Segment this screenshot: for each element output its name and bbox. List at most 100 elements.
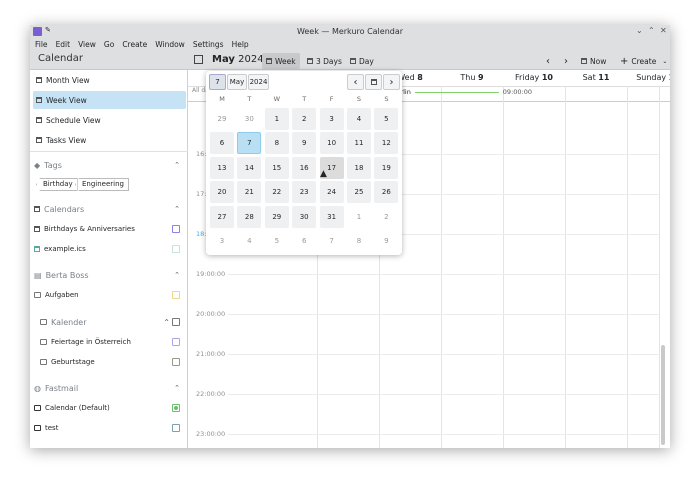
maximize-button[interactable]: ⌃ <box>648 26 655 35</box>
picker-day-cell[interactable]: 6 <box>292 230 316 252</box>
picker-day-cell[interactable]: 30 <box>292 205 317 228</box>
week-view-button[interactable]: Week <box>262 53 300 69</box>
account-fastmail[interactable]: ◍ Fastmail ⌃ <box>34 381 184 395</box>
chevron-up-icon[interactable]: ⌃ <box>163 318 170 327</box>
picker-day-cell[interactable]: 9 <box>374 230 398 252</box>
calendar-default[interactable]: Calendar (Default) <box>34 401 184 415</box>
color-swatch[interactable] <box>172 424 180 432</box>
picker-next-button[interactable]: › <box>383 74 400 90</box>
chevron-up-icon[interactable]: ⌃ <box>174 271 180 279</box>
close-button[interactable]: ✕ <box>660 26 667 35</box>
picker-day-cell[interactable]: 12 <box>374 132 399 155</box>
previous-button[interactable]: ‹ <box>542 53 554 69</box>
picker-day-cell[interactable]: 13 <box>210 156 234 179</box>
picker-day-cell[interactable]: 31 <box>319 205 344 228</box>
picker-day-cell[interactable]: 8 <box>347 230 371 252</box>
tags-section-header[interactable]: ◆ Tags ⌃ <box>34 158 184 172</box>
picker-day-cell[interactable]: 29 <box>264 205 289 228</box>
menu-view[interactable]: View <box>78 40 96 49</box>
now-button[interactable]: Now <box>577 53 610 69</box>
picker-day-cell[interactable]: 22 <box>264 181 289 204</box>
picker-day-cell[interactable]: 19 <box>374 156 399 179</box>
toggle-sidebar-icon[interactable] <box>194 55 203 64</box>
picker-today-button[interactable] <box>365 74 382 90</box>
picker-day-cell[interactable]: 20 <box>210 181 234 204</box>
picker-month-button[interactable]: May <box>227 74 247 90</box>
color-swatch[interactable] <box>172 358 180 366</box>
picker-day-cell[interactable]: 18 <box>347 156 371 179</box>
menu-window[interactable]: Window <box>155 40 185 49</box>
calendar-aufgaben[interactable]: Aufgaben <box>34 288 184 302</box>
sidebar-item-week-view[interactable]: Week View <box>33 91 186 109</box>
picker-day-cell[interactable]: 5 <box>374 108 399 130</box>
picker-day-cell[interactable]: 3 <box>319 108 344 130</box>
tag-birthday[interactable]: Birthday <box>36 178 78 191</box>
month-year-label[interactable]: May 2024 <box>212 54 264 65</box>
create-button[interactable]: + Create ⌄ <box>616 53 670 69</box>
three-days-view-button[interactable]: 3 Days <box>303 53 346 69</box>
picker-day-cell[interactable]: 23 <box>292 181 317 204</box>
menu-go[interactable]: Go <box>104 40 114 49</box>
day-view-button[interactable]: Day <box>346 53 378 69</box>
picker-day-cell[interactable]: 2 <box>292 108 317 130</box>
calendar-birthdays[interactable]: Birthdays & Anniversaries <box>34 222 184 236</box>
day-header[interactable]: Sunday 12 <box>627 70 670 86</box>
vertical-scrollbar[interactable] <box>661 345 665 445</box>
picker-day-cell[interactable]: 1 <box>347 206 371 228</box>
picker-day-cell[interactable]: 7 <box>237 132 262 155</box>
color-swatch[interactable] <box>172 291 180 299</box>
picker-day-cell[interactable]: 3 <box>210 230 234 252</box>
picker-previous-button[interactable]: ‹ <box>347 74 364 90</box>
picker-day-cell[interactable]: 8 <box>264 132 289 155</box>
picker-day-cell[interactable]: 16 <box>292 156 317 179</box>
color-swatch[interactable] <box>172 404 180 412</box>
picker-day-cell[interactable]: 11 <box>347 132 371 155</box>
all-day-event[interactable]: Berlin09:00:00 <box>392 87 532 97</box>
color-swatch[interactable] <box>172 338 180 346</box>
picker-day-cell[interactable]: 4 <box>347 108 371 130</box>
picker-day-cell[interactable]: 25 <box>347 181 371 204</box>
day-header[interactable]: Friday 10 <box>503 70 565 86</box>
calendars-section-header[interactable]: Calendars ⌃ <box>34 202 184 216</box>
day-header[interactable]: Sat 11 <box>565 70 627 86</box>
picker-day-cell[interactable]: 27 <box>210 205 234 228</box>
calendar-test[interactable]: test <box>34 421 184 435</box>
picker-day-cell[interactable]: 15 <box>264 156 289 179</box>
sidebar-item-month-view[interactable]: Month View <box>33 71 186 89</box>
menu-edit[interactable]: Edit <box>56 40 71 49</box>
calendar-geburtstage[interactable]: Geburtstage <box>40 355 184 369</box>
chevron-up-icon[interactable]: ⌃ <box>174 205 180 213</box>
menu-help[interactable]: Help <box>232 40 249 49</box>
picker-day-cell[interactable]: 24 <box>319 181 344 204</box>
calendar-example-ics[interactable]: example.ics <box>34 242 184 256</box>
tag-engineering[interactable]: Engineering <box>75 178 129 191</box>
account-berta-boss[interactable]: ▤ Berta Boss ⌃ <box>34 268 184 282</box>
picker-day-button[interactable]: 7 <box>209 74 226 90</box>
day-header[interactable]: Thu 9 <box>441 70 503 86</box>
next-button[interactable]: › <box>560 53 572 69</box>
picker-day-cell[interactable]: 7 <box>320 230 344 252</box>
picker-day-cell[interactable]: 6 <box>210 132 234 155</box>
color-swatch[interactable] <box>172 225 180 233</box>
sidebar-item-schedule-view[interactable]: Schedule View <box>33 111 186 129</box>
menu-create[interactable]: Create <box>122 40 147 49</box>
chevron-up-icon[interactable]: ⌃ <box>174 161 180 169</box>
menu-settings[interactable]: Settings <box>193 40 224 49</box>
menu-file[interactable]: File <box>35 40 48 49</box>
picker-day-cell[interactable]: 10 <box>319 132 344 155</box>
picker-day-cell[interactable]: 14 <box>237 156 262 179</box>
picker-day-cell[interactable]: 29 <box>210 108 234 130</box>
chevron-up-icon[interactable]: ⌃ <box>174 384 180 392</box>
color-swatch[interactable] <box>172 245 180 253</box>
picker-day-cell[interactable]: 2 <box>374 206 398 228</box>
picker-day-cell[interactable]: 4 <box>237 230 261 252</box>
picker-day-cell[interactable]: 30 <box>237 108 261 130</box>
minimize-button[interactable]: ⌄ <box>636 26 643 35</box>
calendar-group-kalender[interactable]: Kalender ⌃ <box>40 315 184 329</box>
calendar-feiertage[interactable]: Feiertage in Österreich <box>40 335 184 349</box>
sidebar-item-tasks-view[interactable]: Tasks View <box>33 131 186 149</box>
picker-day-cell[interactable]: 9 <box>292 132 317 155</box>
picker-day-cell[interactable]: 28 <box>237 205 262 228</box>
picker-day-cell[interactable]: 21 <box>237 181 262 204</box>
picker-day-cell[interactable]: 5 <box>265 230 289 252</box>
